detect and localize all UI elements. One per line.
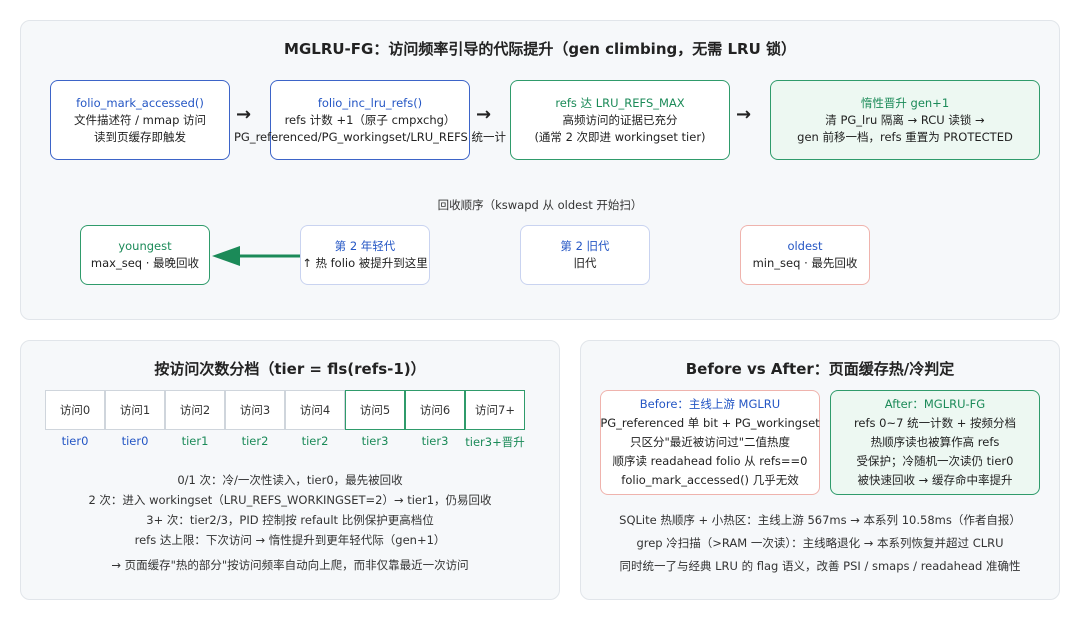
compare-notes: SQLite 热顺序 + 小热区：主线上游 567ms → 本系列 10.58m… — [580, 0, 1060, 620]
tier-note: 3+ 次：tier2/3，PID 控制按 refault 比例保护更高档位 — [146, 513, 434, 527]
compare-note: grep 冷扫描（>RAM 一次读）：主线略退化 → 本系列恢复并超过 CLRU — [636, 536, 1004, 550]
tier-note: refs 达上限：下次访问 → 惰性提升到更年轻代际（gen+1） — [134, 533, 446, 547]
tier-note: 2 次：进入 workingset（LRU_REFS_WORKINGSET=2）… — [88, 493, 492, 507]
tier-note: → 页面缓存"热的部分"按访问频率自动向上爬，而非仅靠最近一次访问 — [111, 558, 469, 572]
compare-note: SQLite 热顺序 + 小热区：主线上游 567ms → 本系列 10.58m… — [619, 513, 1021, 527]
tier-note: 0/1 次：冷/一次性读入，tier0，最先被回收 — [177, 473, 403, 487]
compare-note: 同时统一了与经典 LRU 的 flag 语义，改善 PSI / smaps / … — [619, 559, 1021, 573]
tier-notes: 0/1 次：冷/一次性读入，tier0，最先被回收 2 次：进入 working… — [20, 0, 560, 620]
